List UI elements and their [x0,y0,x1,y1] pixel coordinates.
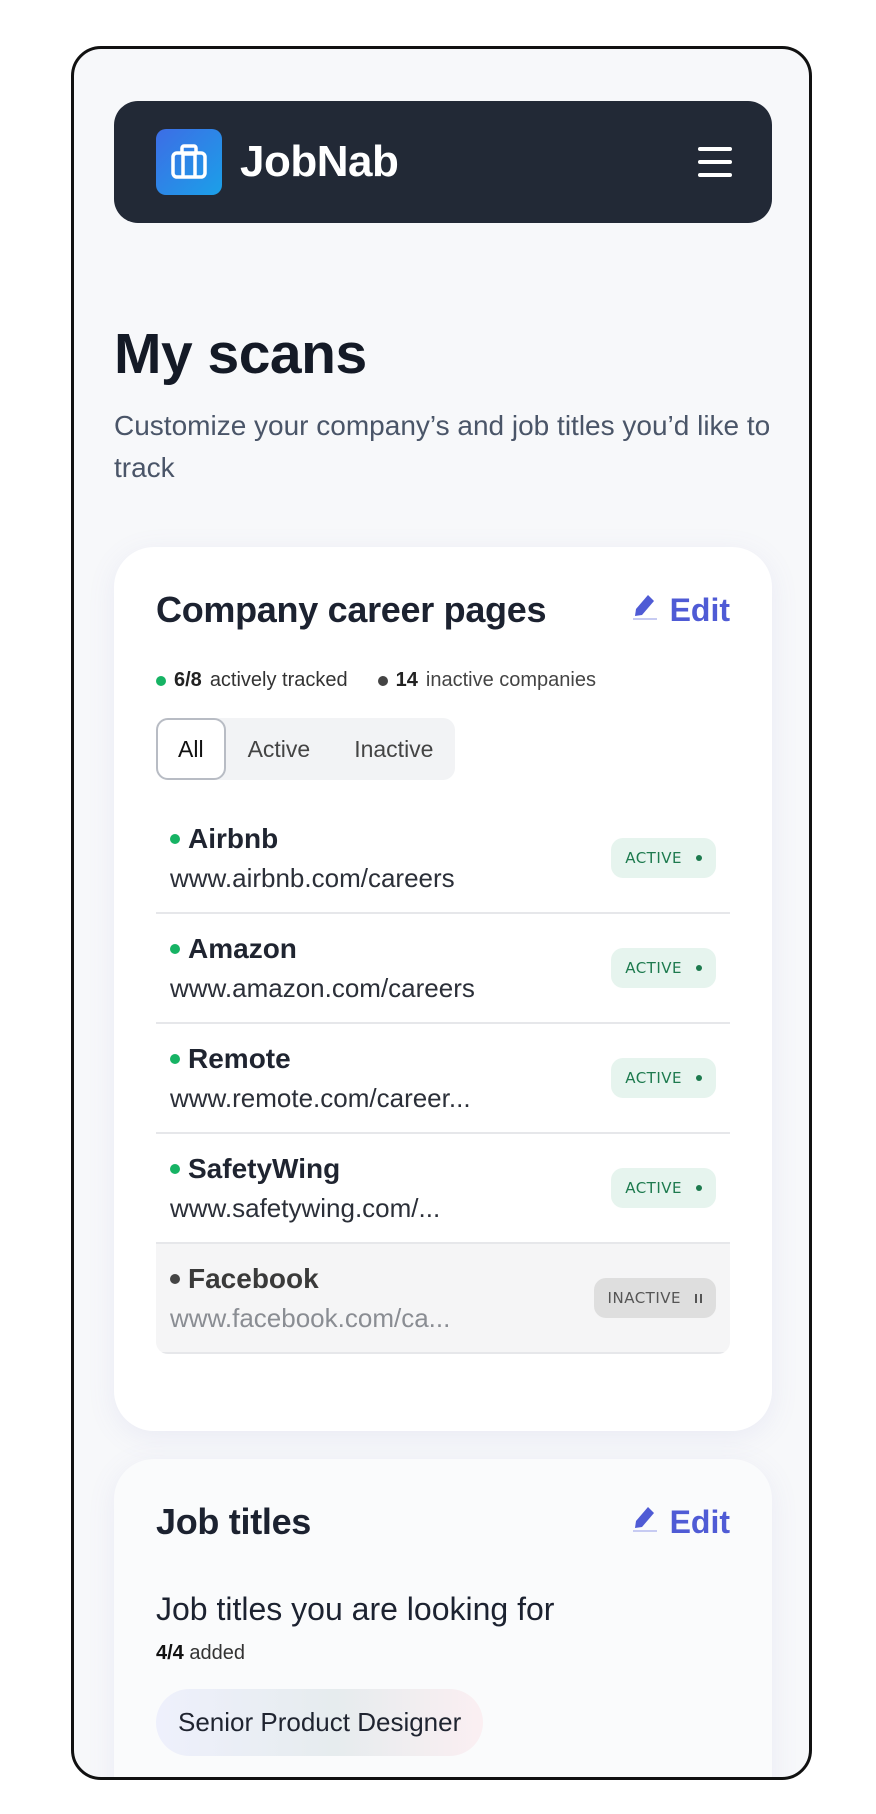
status-dot-icon [170,1273,180,1284]
inactive-count: 14 [395,669,418,691]
company-url: www.safetywing.com/... [170,1192,441,1223]
company-row[interactable]: SafetyWing www.safetywing.com/... ACTIVE [156,1134,730,1244]
job-title-chip[interactable]: Senior Product Designer [156,1689,484,1756]
briefcase-icon [156,129,222,195]
status-badge[interactable]: INACTIVE [593,1278,716,1318]
company-name: Facebook [188,1262,319,1294]
company-row[interactable]: Amazon www.amazon.com/careers ACTIVE [156,914,730,1024]
dot-icon [696,855,702,861]
job-titles-card: Job titles Edit Job titles you are looki… [114,1459,772,1777]
tab-inactive[interactable]: Inactive [332,718,455,780]
company-row[interactable]: Facebook www.facebook.com/ca... INACTIVE [156,1244,730,1354]
pause-icon [695,1293,702,1303]
pencil-icon [632,1503,658,1541]
edit-companies-button[interactable]: Edit [632,591,730,629]
hamburger-menu-icon[interactable] [698,147,732,177]
brand-name: JobNab [240,137,399,186]
job-titles-question: Job titles you are looking for [156,1591,555,1627]
status-badge[interactable]: ACTIVE [611,838,716,878]
edit-label: Edit [669,1503,730,1540]
top-nav-bar: JobNab [114,101,772,223]
card-header: Job titles Edit [156,1501,730,1543]
company-url: www.airbnb.com/careers [170,862,455,893]
dot-icon [696,965,702,971]
brand[interactable]: JobNab [156,129,399,195]
status-dot-icon [170,1163,180,1174]
active-dot-icon [156,675,166,686]
status-badge[interactable]: ACTIVE [611,1168,716,1208]
device-frame: JobNab My scans Customize your company’s… [71,46,812,1780]
status-badge[interactable]: ACTIVE [611,948,716,988]
company-url: www.amazon.com/careers [170,972,475,1003]
company-name: SafetyWing [188,1152,341,1184]
tab-active[interactable]: Active [226,718,333,780]
active-count: 6/8 [174,669,202,691]
inactive-text: inactive companies [425,669,596,691]
status-dot-icon [170,1053,180,1064]
job-titles-count: 4/4 added [156,1642,245,1664]
tab-all[interactable]: All [156,718,226,780]
edit-job-titles-button[interactable]: Edit [632,1503,730,1541]
card-title: Company career pages [156,589,547,630]
company-name: Airbnb [188,822,279,854]
company-career-pages-card: Company career pages Edit 6/8 actively t… [114,547,772,1431]
company-row[interactable]: Remote www.remote.com/career... ACTIVE [156,1024,730,1134]
status-dot-icon [170,943,180,954]
page-subtitle: Customize your company’s and job titles … [114,410,771,483]
dot-icon [696,1075,702,1081]
inactive-dot-icon [377,675,388,686]
inactive-stat: 14 inactive companies [377,669,596,692]
card-title: Job titles [156,1501,312,1542]
company-url: www.facebook.com/ca... [170,1302,451,1333]
company-list: Airbnb www.airbnb.com/careers ACTIVE Ama… [156,804,730,1354]
pencil-icon [632,591,658,629]
active-stat: 6/8 actively tracked [156,669,348,692]
page-content: JobNab My scans Customize your company’s… [114,101,772,1777]
company-name: Remote [188,1042,291,1074]
status-filter-tabs: All Active Inactive [156,718,456,780]
edit-label: Edit [669,591,730,628]
status-dot-icon [170,833,180,844]
card-header: Company career pages Edit [156,589,730,631]
active-text: actively tracked [209,669,348,691]
tracking-stats: 6/8 actively tracked 14 inactive compani… [156,669,730,692]
dot-icon [696,1185,702,1191]
company-name: Amazon [188,932,297,964]
page-title: My scans [114,322,367,386]
status-badge[interactable]: ACTIVE [611,1058,716,1098]
company-row[interactable]: Airbnb www.airbnb.com/careers ACTIVE [156,804,730,914]
company-url: www.remote.com/career... [170,1082,471,1113]
